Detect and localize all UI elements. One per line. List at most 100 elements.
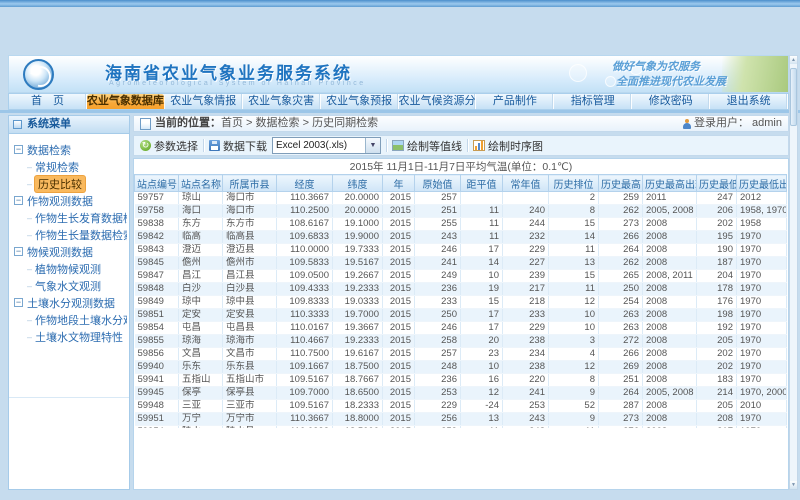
sidebar-item-2-1[interactable]: –气象水文观测	[14, 277, 127, 294]
draw-contour-button[interactable]: 绘制等值线	[392, 138, 462, 154]
table-row: 59856文昌文昌市110.750019.6167201525723234426…	[135, 348, 787, 361]
nav-tab-7[interactable]: 指标管理	[554, 94, 632, 109]
sidebar-item-0-0[interactable]: –常规检索	[14, 158, 127, 175]
cell: 264	[599, 387, 643, 400]
data-download-button[interactable]: 数据下载	[209, 138, 267, 154]
collapse-icon[interactable]: −	[14, 247, 23, 256]
cell: 15	[461, 296, 503, 309]
cell: 204	[697, 270, 737, 283]
parameter-icon: ↻	[140, 140, 151, 151]
sidebar-item-3-0[interactable]: –作物地段土壤水分观测	[14, 311, 127, 328]
sidebar-item-0-1[interactable]: –历史比较	[14, 175, 127, 192]
cell: 229	[415, 400, 461, 413]
scroll-down-icon[interactable]: ▼	[790, 481, 797, 489]
cell: 108.6167	[277, 218, 333, 231]
cell: 18.7667	[333, 374, 383, 387]
cell: 2008	[643, 322, 697, 335]
cell: 2008	[643, 335, 697, 348]
nav-tab-2[interactable]: 农业气象情报	[165, 94, 243, 109]
sidebar-item-3-1[interactable]: –土壤水文物理特性	[14, 328, 127, 345]
cell: 临高县	[223, 231, 277, 244]
nav-tab-9[interactable]: 退出系统	[710, 94, 788, 109]
sidebar-group-1[interactable]: −作物观测数据	[14, 192, 127, 209]
sidebar-divider	[9, 397, 129, 398]
collapse-icon[interactable]: −	[14, 196, 23, 205]
table-row: 59848白沙白沙县109.433319.2333201523619217112…	[135, 283, 787, 296]
column-header: 历史最低出现年份	[737, 175, 787, 192]
cell: 23	[461, 348, 503, 361]
nav-tab-1[interactable]: 农业气象数据库	[87, 94, 165, 109]
location-icon	[140, 118, 151, 130]
cell: 16	[461, 374, 503, 387]
cell: 琼山	[179, 192, 223, 205]
cell: 264	[599, 244, 643, 257]
nav-tab-8[interactable]: 修改密码	[632, 94, 710, 109]
cell: 11	[549, 244, 599, 257]
sidebar-group-3[interactable]: −土壤水分观测数据	[14, 294, 127, 311]
cell: 238	[503, 361, 549, 374]
collapse-icon[interactable]: −	[14, 298, 23, 307]
cell: 251	[599, 374, 643, 387]
cell: 2015	[383, 218, 415, 231]
cell: 11	[461, 218, 503, 231]
collapse-icon[interactable]: −	[14, 145, 23, 154]
scroll-up-icon[interactable]: ▲	[790, 56, 797, 64]
draw-timeseries-button[interactable]: 绘制时序图	[473, 138, 543, 154]
cell: 昌江县	[223, 270, 277, 283]
cell: 214	[697, 387, 737, 400]
column-header: 距平值	[461, 175, 503, 192]
cell: 246	[415, 244, 461, 257]
cell: 59848	[135, 283, 179, 296]
tree-connector: –	[27, 179, 32, 189]
cell: 2010	[737, 400, 787, 413]
cell: 59838	[135, 218, 179, 231]
nav-tab-5[interactable]: 农业气候资源分析	[399, 94, 477, 109]
save-disk-icon	[209, 140, 220, 151]
table-row: 59945保亭保亭县109.700018.6500201525312241926…	[135, 387, 787, 400]
cell: 262	[599, 257, 643, 270]
sidebar-item-2-0[interactable]: –植物物候观测	[14, 260, 127, 277]
cell: 五指山市	[223, 374, 277, 387]
cell: 59758	[135, 205, 179, 218]
cell: 1970	[737, 231, 787, 244]
table-row: 59849琼中琼中县109.833319.0333201523315218122…	[135, 296, 787, 309]
cell: 178	[697, 283, 737, 296]
page-scrollbar[interactable]: ▲ ▼	[789, 55, 798, 490]
nav-tab-0[interactable]: 首 页	[9, 94, 87, 109]
export-format-select[interactable]: Excel 2003(.xls) ▼	[272, 137, 381, 154]
parameter-select-button[interactable]: ↻ 参数选择	[140, 138, 198, 154]
cell: 206	[697, 205, 737, 218]
nav-tab-6[interactable]: 产品制作	[476, 94, 554, 109]
cell: 保亭	[179, 387, 223, 400]
cell: 273	[599, 218, 643, 231]
nav-tab-4[interactable]: 农业气象预报	[321, 94, 399, 109]
sidebar-group-label: 土壤水分观测数据	[27, 295, 115, 311]
cell: 2008	[643, 231, 697, 244]
export-format-value: Excel 2003(.xls)	[273, 138, 365, 153]
cell: 259	[415, 426, 461, 429]
table-row: 59941五指山五指山市109.516718.76672015236162208…	[135, 374, 787, 387]
sidebar-item-label: 作物生长量数据检索	[35, 227, 127, 243]
table-row: 59845儋州儋州市109.583319.5167201524114227132…	[135, 257, 787, 270]
sidebar-item-1-1[interactable]: –作物生长量数据检索	[14, 226, 127, 243]
cell: 2012	[737, 192, 787, 205]
sidebar-item-1-0[interactable]: –作物生长发育数据检索	[14, 209, 127, 226]
scrollbar-thumb[interactable]	[790, 68, 797, 126]
cell: 19.2333	[333, 283, 383, 296]
cell: 白沙	[179, 283, 223, 296]
cell: 19.9000	[333, 231, 383, 244]
app-banner: 海南省农业气象业务服务系统 Agrometeorological System …	[8, 55, 789, 93]
cell: 202	[697, 348, 737, 361]
sidebar-item-label: 作物生长发育数据检索	[35, 210, 127, 226]
sidebar-group-2[interactable]: −物候观测数据	[14, 243, 127, 260]
cell: 2008	[643, 309, 697, 322]
column-header: 历史最高	[599, 175, 643, 192]
cell: 乐东	[179, 361, 223, 374]
nav-tab-3[interactable]: 农业气象灾害	[243, 94, 321, 109]
cell: 澄迈县	[223, 244, 277, 257]
application-window: 海南省农业气象业务服务系统 Agrometeorological System …	[0, 0, 800, 500]
cell: 110.3667	[277, 192, 333, 205]
cell: 19.3667	[333, 322, 383, 335]
sidebar-group-0[interactable]: −数据检索	[14, 141, 127, 158]
cell: 2015	[383, 361, 415, 374]
